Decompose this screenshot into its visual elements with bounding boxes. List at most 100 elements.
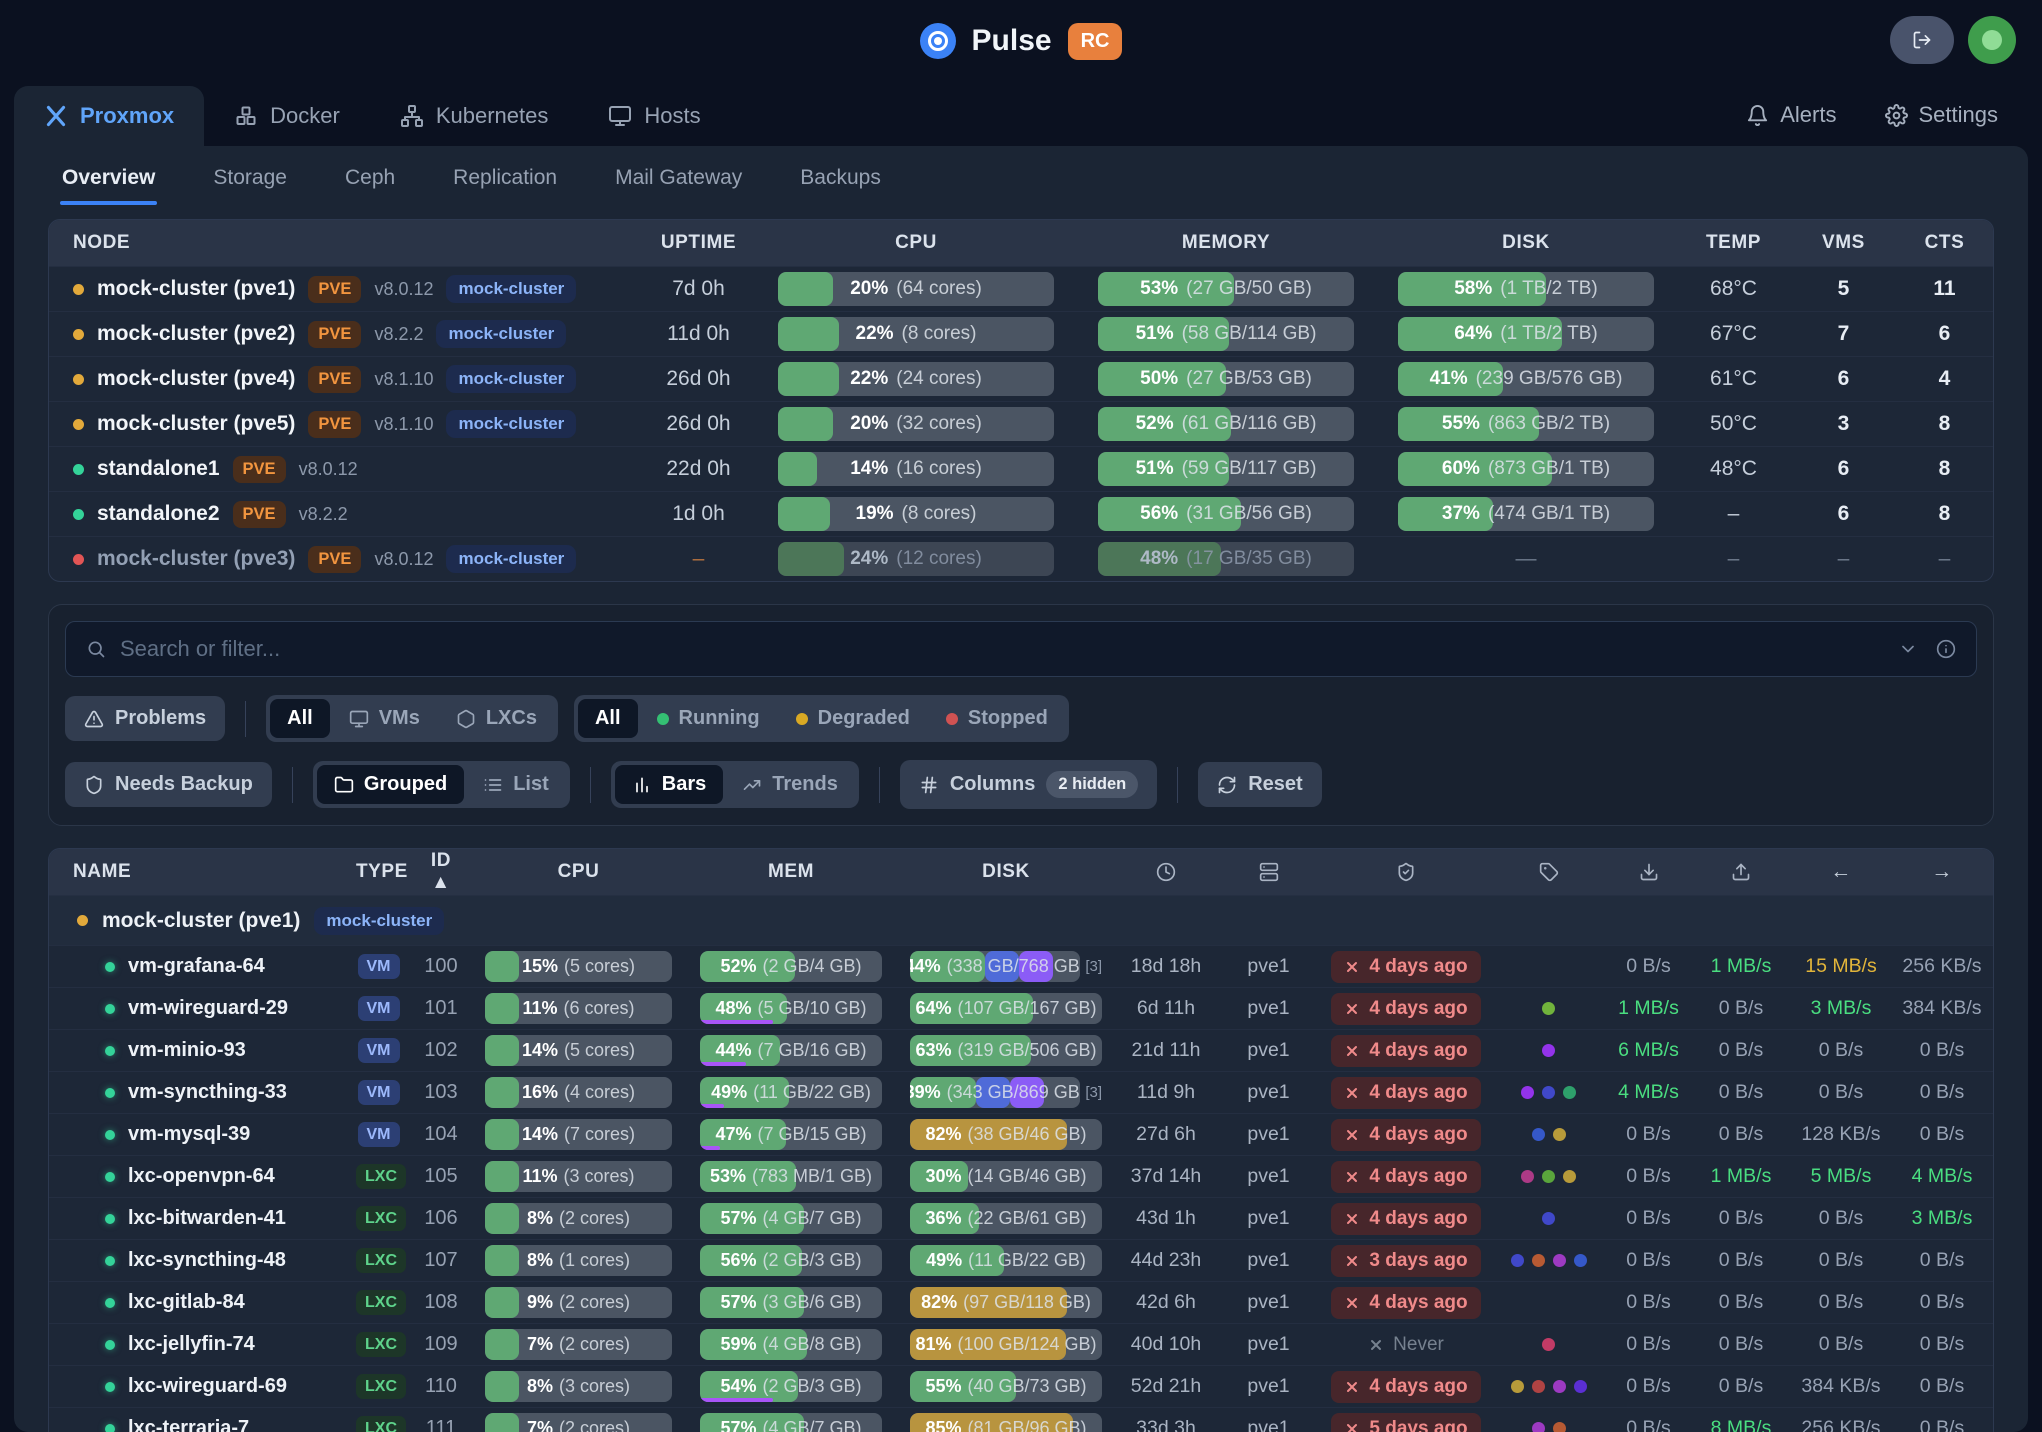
segment-trends[interactable]: Trends [725,765,855,804]
column-header-disk[interactable]: DISK [896,861,1116,883]
segment-all[interactable]: All [270,699,330,738]
bar-label: 8%(3 cores) [485,1371,672,1402]
column-header-arrow-left-icon[interactable]: ← [1791,860,1891,884]
column-header-vms[interactable]: VMS [1791,232,1896,254]
subtab-backups[interactable]: Backups [800,166,881,205]
tab-kubernetes[interactable]: Kubernetes [370,86,579,146]
guest-row[interactable]: lxc-bitwarden-41LXC1068%(2 cores)57%(4 G… [49,1197,1993,1239]
column-header-memory[interactable]: MEMORY [1076,232,1376,254]
tab-hosts[interactable]: Hosts [578,86,730,146]
guest-row[interactable]: vm-syncthing-33VM10316%(4 cores)49%(11 G… [49,1071,1993,1113]
nav-link-alerts[interactable]: Alerts [1746,102,1836,128]
info-icon[interactable] [1936,639,1956,659]
bar-label: 47%(7 GB/15 GB) [700,1119,882,1150]
bar-label: 58%(1 TB/2 TB) [1398,272,1654,306]
subtab-overview[interactable]: Overview [62,166,155,205]
node-group-row[interactable]: mock-cluster (pve1)mock-cluster [49,895,1993,945]
guests-table-header: NAMETYPEID ▲CPUMEMDISK ←→ [49,849,1993,895]
guest-row[interactable]: lxc-syncthing-48LXC1078%(1 cores)56%(2 G… [49,1239,1993,1281]
tab-proxmox[interactable]: Proxmox [14,86,204,146]
guests-table: NAMETYPEID ▲CPUMEMDISK ←→ mock-cluster (pv… [48,848,1994,1432]
bar-label: 49%(11 GB/22 GB) [910,1245,1102,1276]
segment-vms[interactable]: VMs [332,699,437,738]
column-header-node[interactable]: NODE [49,232,641,254]
guest-node: pve1 [1216,997,1321,1020]
section-tabs: Overview Storage Ceph Replication Mail Gatew… [14,146,2028,205]
search-input[interactable] [120,636,1884,662]
node-row[interactable]: mock-cluster (pve2)PVEv8.2.2mock-cluster… [49,311,1993,356]
segment-degraded[interactable]: Degraded [779,699,927,738]
guest-mem-bar: 57%(3 GB/6 GB) [700,1287,882,1318]
subtab-replication[interactable]: Replication [453,166,557,205]
column-header-shield-check-icon[interactable] [1321,862,1491,882]
column-header-cpu[interactable]: CPU [471,861,686,883]
segment-stopped[interactable]: Stopped [929,699,1065,738]
subtab-ceph[interactable]: Ceph [345,166,395,205]
segment-label: Degraded [818,707,910,730]
guest-mem-bar: 57%(4 GB/7 GB) [700,1203,882,1234]
health-status-button[interactable] [1968,16,2016,64]
column-header-download-icon[interactable] [1606,862,1691,882]
net-in-rate: 3 MB/s [1791,997,1891,1020]
guest-row[interactable]: vm-wireguard-29VM10111%(6 cores)48%(5 GB… [49,987,1993,1029]
node-row[interactable]: mock-cluster (pve5)PVEv8.1.10mock-cluste… [49,401,1993,446]
column-header-server-icon[interactable] [1216,862,1321,882]
column-header-uptime[interactable]: UPTIME [641,232,756,254]
guest-row[interactable]: lxc-wireguard-69LXC1108%(3 cores)54%(2 G… [49,1365,1993,1407]
chevron-down-icon[interactable] [1898,639,1918,659]
problems-button[interactable]: Problems [65,696,225,741]
node-row[interactable]: standalone1PVEv8.0.1222d 0h14%(16 cores)… [49,446,1993,491]
column-header-temp[interactable]: TEMP [1676,232,1791,254]
nav-link-settings[interactable]: Settings [1885,102,1999,128]
guest-disk-bar: 39%(343 GB/869 GB) [910,1077,1080,1108]
pve-badge: PVE [308,546,361,573]
node-memory-bar: 52%(61 GB/116 GB) [1098,407,1354,441]
guest-name: lxc-openvpn-64 [128,1165,275,1188]
subtab-storage[interactable]: Storage [213,166,287,205]
guest-row[interactable]: lxc-gitlab-84LXC1089%(2 cores)57%(3 GB/6… [49,1281,1993,1323]
column-header-arrow-right-icon[interactable]: → [1891,860,1993,884]
segment-all[interactable]: All [578,699,638,738]
tag-dot-icon [1553,1128,1566,1141]
node-row[interactable]: standalone2PVEv8.2.21d 0h19%(8 cores)56%… [49,491,1993,536]
column-header-id[interactable]: ID ▲ [411,850,471,894]
guest-row[interactable]: vm-mysql-39VM10414%(7 cores)47%(7 GB/15 … [49,1113,1993,1155]
column-header-clock-icon[interactable] [1116,862,1216,882]
segment-bars[interactable]: Bars [615,765,723,804]
guest-row[interactable]: lxc-openvpn-64LXC10511%(3 cores)53%(783 … [49,1155,1993,1197]
reset-button[interactable]: Reset [1198,762,1321,807]
segment-running[interactable]: Running [640,699,777,738]
column-header-cts[interactable]: CTS [1896,232,1993,254]
node-row[interactable]: mock-cluster (pve4)PVEv8.1.10mock-cluste… [49,356,1993,401]
column-header-upload-icon[interactable] [1691,862,1791,882]
guest-row[interactable]: lxc-terraria-7LXC1117%(2 cores)57%(4 GB/… [49,1407,1993,1432]
tab-docker[interactable]: Docker [204,86,370,146]
subtab-mail-gateway[interactable]: Mail Gateway [615,166,742,205]
column-header-tag-icon[interactable] [1491,862,1606,882]
node-row[interactable]: mock-cluster (pve3)PVEv8.0.12mock-cluste… [49,536,1993,581]
guest-row[interactable]: vm-grafana-64VM10015%(5 cores)52%(2 GB/4… [49,945,1993,987]
node-cpu-cell: 19%(8 cores) [756,497,1076,531]
segment-list[interactable]: List [466,765,566,804]
column-header-mem[interactable]: MEM [686,861,896,883]
guest-tags-cell [1491,1170,1606,1183]
segment-lxcs[interactable]: LXCs [439,699,554,738]
needs-backup-button[interactable]: Needs Backup [65,762,272,807]
node-cts-count: 8 [1896,412,1993,436]
column-header-cpu[interactable]: CPU [756,232,1076,254]
column-header-disk[interactable]: DISK [1376,232,1676,254]
column-header-name[interactable]: NAME [49,861,346,883]
node-memory-bar: 50%(27 GB/53 GB) [1098,362,1354,396]
guest-row[interactable]: vm-minio-93VM10214%(5 cores)44%(7 GB/16 … [49,1029,1993,1071]
node-row[interactable]: mock-cluster (pve1)PVEv8.0.12mock-cluste… [49,266,1993,311]
warning-icon [84,709,104,729]
segment-label: VMs [379,707,420,730]
segment-grouped[interactable]: Grouped [317,765,464,804]
column-header-type[interactable]: TYPE [346,861,411,883]
guest-row[interactable]: lxc-jellyfin-74LXC1097%(2 cores)59%(4 GB… [49,1323,1993,1365]
columns-button[interactable]: Columns2 hidden [900,760,1157,809]
bar-sublabel: (22 GB/61 GB) [967,1208,1086,1229]
logout-button[interactable] [1890,16,1954,64]
bar-sublabel: (2 cores) [559,1418,630,1432]
node-cts-count: – [1896,547,1993,571]
